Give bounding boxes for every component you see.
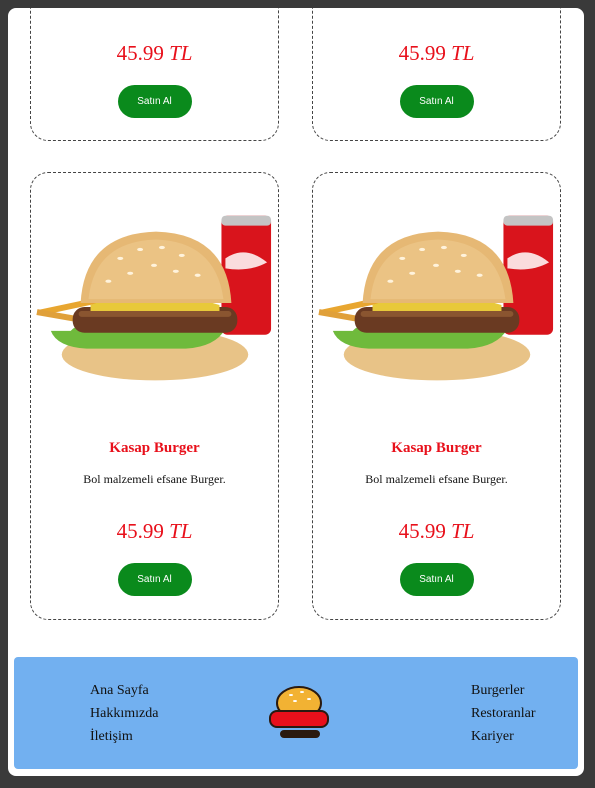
brand-logo[interactable] bbox=[264, 681, 334, 745]
footer-link-contact[interactable]: İletişim bbox=[90, 729, 158, 745]
product-card: Kasap Burger Bol malzemeli efsane Burger… bbox=[312, 172, 561, 620]
product-page: 45.99 TL Satın Al 45.99 TL Satın Al Kasa… bbox=[8, 8, 584, 776]
product-price: 45.99 TL bbox=[398, 519, 475, 543]
product-price: 45.99 TL bbox=[116, 519, 193, 543]
burger-image bbox=[36, 215, 272, 381]
burger-image bbox=[318, 215, 554, 381]
footer-links-left: Ana Sayfa Hakkımızda İletişim bbox=[90, 683, 158, 745]
buy-button[interactable]: Satın Al bbox=[117, 563, 192, 596]
footer-link-burgers[interactable]: Burgerler bbox=[471, 683, 536, 699]
site-footer: Ana Sayfa Hakkımızda İletişim Burgerler … bbox=[14, 657, 578, 769]
product-description: Bol malzemeli efsane Burger. bbox=[83, 472, 226, 486]
product-card: 45.99 TL Satın Al bbox=[312, 8, 561, 141]
footer-link-restaurants[interactable]: Restoranlar bbox=[471, 706, 536, 722]
footer-link-home[interactable]: Ana Sayfa bbox=[90, 683, 158, 699]
buy-button[interactable]: Satın Al bbox=[399, 563, 474, 596]
footer-links-right: Burgerler Restoranlar Kariyer bbox=[471, 683, 536, 745]
footer-link-about[interactable]: Hakkımızda bbox=[90, 706, 158, 722]
product-card: 45.99 TL Satın Al bbox=[30, 8, 279, 141]
product-description: Bol malzemeli efsane Burger. bbox=[365, 472, 508, 486]
product-card: Kasap Burger Bol malzemeli efsane Burger… bbox=[30, 172, 279, 620]
product-price: 45.99 TL bbox=[398, 41, 475, 65]
product-name: Kasap Burger bbox=[391, 440, 482, 456]
buy-button[interactable]: Satın Al bbox=[117, 85, 192, 118]
footer-link-careers[interactable]: Kariyer bbox=[471, 729, 536, 745]
product-name: Kasap Burger bbox=[109, 440, 200, 456]
buy-button[interactable]: Satın Al bbox=[399, 85, 474, 118]
product-price: 45.99 TL bbox=[116, 41, 193, 65]
